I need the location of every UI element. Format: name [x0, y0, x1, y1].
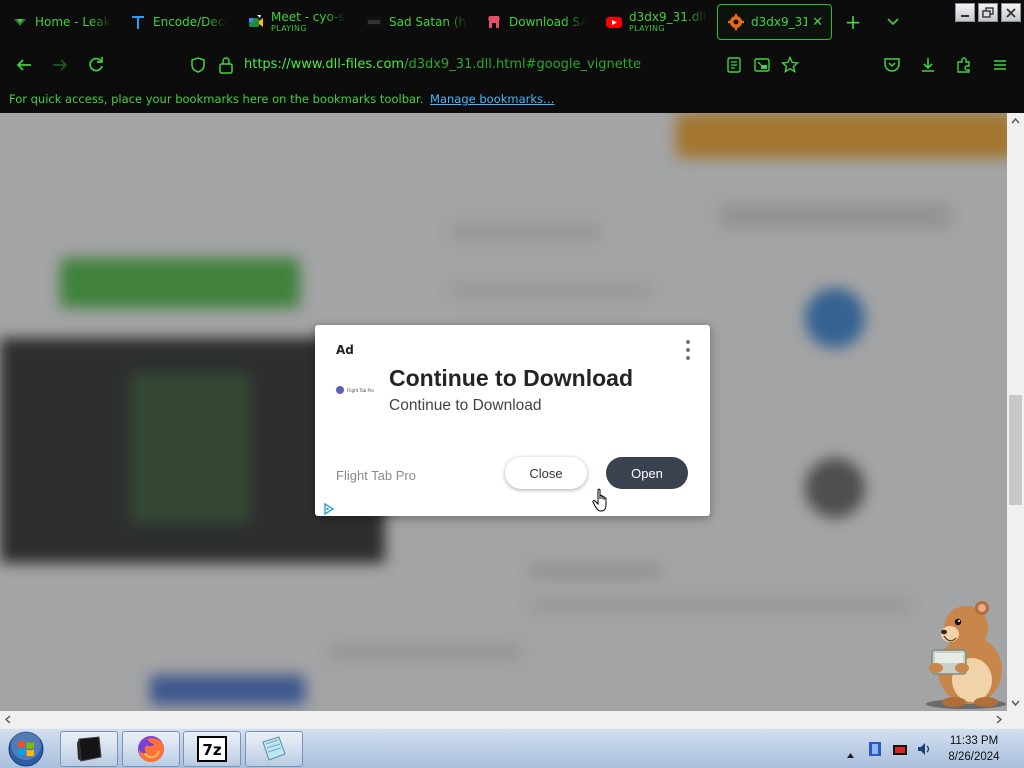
taskbar-terminal-app[interactable]	[60, 731, 118, 767]
hamster-mascot-image	[904, 598, 1014, 714]
clock-date: 8/26/2024	[948, 751, 1000, 763]
navigation-toolbar: https://www.dll-files.com/d3dx9_31.dll.h…	[0, 44, 1024, 86]
system-clock[interactable]: 11:33 PM 8/26/2024	[936, 733, 1012, 765]
reader-view-button[interactable]	[722, 53, 746, 77]
video-thumbnail-icon	[366, 14, 382, 30]
bookmarks-hint: For quick access, place your bookmarks h…	[9, 92, 424, 106]
google-meet-icon	[248, 14, 264, 30]
tab-youtube-d3dx9[interactable]: d3dx9_31.dll f PLAYING	[596, 4, 708, 40]
manage-bookmarks-link[interactable]: Manage bookmarks…	[430, 92, 555, 106]
back-arrow-icon	[16, 59, 31, 71]
reload-button[interactable]	[84, 53, 108, 77]
minimize-button[interactable]	[955, 3, 975, 22]
tab-sad-satan[interactable]: Sad Satan (ho	[356, 4, 468, 40]
ad-advertiser-name: Flight Tab Pro	[336, 468, 416, 483]
address-bar[interactable]: https://www.dll-files.com/d3dx9_31.dll.h…	[244, 57, 641, 72]
firefox-icon	[138, 736, 164, 762]
scroll-right-arrow-icon	[996, 715, 1003, 724]
encode-decode-icon	[130, 14, 146, 30]
gear-favicon-icon	[728, 14, 744, 30]
app-menu-button[interactable]	[988, 53, 1012, 77]
restore-button[interactable]	[978, 3, 998, 22]
start-button[interactable]	[4, 729, 48, 768]
tab-encode-decode[interactable]: Encode/Decod	[120, 4, 228, 40]
ad-open-button[interactable]: Open	[606, 457, 688, 489]
tab-close-icon[interactable]: ✕	[812, 15, 823, 30]
tab-google-meet[interactable]: Meet - cyo-sy PLAYING	[238, 4, 346, 40]
tab-download-sad[interactable]: Download SAD	[476, 4, 586, 40]
ad-close-button[interactable]: Close	[505, 457, 587, 489]
logo-wordmark: Flight Tab Pro	[347, 387, 374, 393]
terminal-app-icon	[77, 736, 102, 762]
taskbar-notepad-app[interactable]	[245, 731, 303, 767]
advertiser-logo: Flight Tab Pro	[336, 386, 374, 394]
pocket-icon	[884, 58, 900, 72]
svg-text:7z: 7z	[202, 741, 221, 759]
leak-site-icon	[12, 14, 28, 30]
tray-battery-icon[interactable]	[892, 742, 908, 761]
downloads-button[interactable]	[916, 53, 940, 77]
scroll-left-arrow-icon	[4, 715, 11, 724]
new-tab-button[interactable]: +	[841, 10, 865, 34]
lock-icon[interactable]	[214, 53, 238, 77]
volume-icon[interactable]	[916, 741, 932, 761]
logo-mark-icon	[336, 386, 344, 394]
forward-arrow-icon	[53, 59, 68, 71]
tab-strip: Home - Leakt Encode/Decod Meet - cyo-sy …	[0, 0, 1024, 44]
back-button[interactable]	[12, 53, 36, 77]
list-all-tabs-button[interactable]	[881, 10, 905, 34]
pocket-button[interactable]	[880, 53, 904, 77]
vertical-scrollbar-thumb[interactable]	[1009, 395, 1022, 505]
extensions-button[interactable]	[952, 53, 976, 77]
tab-d3dx9-active[interactable]: d3dx9_31.dll ✕	[717, 4, 832, 40]
notepad-icon	[262, 736, 286, 761]
horizontal-scrollbar[interactable]	[0, 711, 1024, 728]
download-icon	[922, 58, 934, 72]
hamburger-menu-icon	[994, 60, 1006, 70]
picture-in-picture-button[interactable]	[750, 53, 774, 77]
adchoices-icon[interactable]	[323, 500, 335, 519]
windows-taskbar: 7z 11:33 PM 8/26/2024	[0, 728, 1024, 768]
desktop-screen: Home - Leakt Encode/Decod Meet - cyo-sy …	[0, 0, 1024, 768]
7zip-icon: 7z	[197, 736, 227, 762]
taskbar-firefox[interactable]	[122, 731, 180, 767]
ad-label: Ad	[336, 343, 354, 357]
windows-logo-icon	[8, 730, 44, 767]
puzzle-icon	[957, 57, 970, 73]
interstitial-ad-dialog: Ad Flight Tab Pro Continue to Download C…	[315, 325, 710, 516]
star-icon	[781, 56, 799, 74]
ad-description: Continue to Download	[389, 397, 542, 414]
store-icon	[486, 14, 502, 30]
tab-title: d3dx9_31.dll	[751, 15, 807, 29]
youtube-icon	[606, 14, 622, 30]
reload-icon	[89, 57, 103, 72]
url-path: /d3dx9_31.dll.html#google_vignette	[404, 57, 641, 72]
reader-view-icon	[727, 57, 741, 73]
bookmark-star-button[interactable]	[778, 53, 802, 77]
bookmarks-toolbar: For quick access, place your bookmarks h…	[0, 86, 1024, 113]
tab-home-leak[interactable]: Home - Leakt	[2, 4, 112, 40]
clock-time: 11:33 PM	[949, 735, 999, 747]
ad-headline[interactable]: Continue to Download	[389, 365, 633, 392]
close-window-button[interactable]	[1001, 3, 1021, 22]
forward-button[interactable]	[48, 53, 72, 77]
show-hidden-icons-arrow[interactable]	[846, 744, 855, 763]
hand-pointer-cursor-icon	[592, 488, 612, 518]
picture-in-picture-icon	[754, 58, 770, 72]
tracking-protection-icon[interactable]	[186, 53, 210, 77]
url-host: https://www.dll-files.com	[244, 57, 405, 72]
taskbar-7zip[interactable]: 7z	[183, 731, 241, 767]
chevron-down-icon	[887, 18, 899, 26]
tray-app-icon[interactable]	[868, 741, 882, 761]
scroll-up-arrow-icon	[1011, 117, 1020, 124]
ad-options-menu-icon[interactable]	[683, 340, 693, 360]
